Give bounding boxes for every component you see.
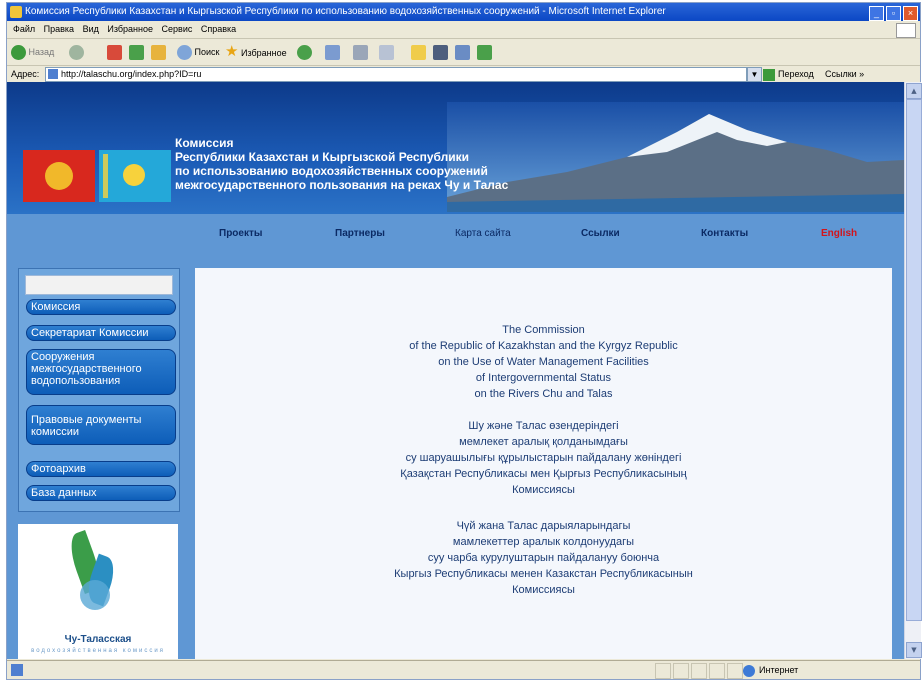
search-button[interactable]: Поиск [177, 44, 219, 61]
browser-window: Комиссия Республики Казахстан и Кыргызск… [6, 2, 922, 680]
back-arrow-icon [11, 45, 26, 61]
page-status-icon [11, 664, 23, 676]
stop-icon [107, 45, 122, 61]
top-navigation: Проекты Партнеры Карта сайта Ссылки Конт… [7, 214, 904, 258]
mail-button[interactable] [325, 44, 340, 61]
research-button[interactable] [455, 44, 470, 61]
mountain-image [447, 102, 904, 212]
kyrgyz-title: Чүй жана Талас дарыяларындагы мамлекетте… [394, 520, 693, 596]
research-icon [455, 45, 470, 61]
logo-name: Чу-Таласская [64, 634, 132, 645]
messenger-icon [433, 45, 448, 61]
toolbar: Назад Поиск ★ Избранное [7, 38, 920, 65]
vertical-scrollbar[interactable]: ▲ ▼ [904, 82, 922, 659]
refresh-icon [129, 45, 144, 61]
banner-title: Комиссия Республики Казахстан и Кыргызск… [175, 136, 509, 192]
folder-icon [411, 45, 426, 61]
tools-icon [477, 45, 492, 61]
nav-english[interactable]: English [821, 228, 857, 239]
close-button[interactable]: × [903, 6, 918, 21]
maximize-button[interactable]: ▫ [886, 6, 901, 21]
history-button[interactable] [297, 44, 312, 61]
nav-partners[interactable]: Партнеры [335, 228, 385, 239]
sidebar: Комиссия Секретариат Комиссии Сооружения… [18, 268, 180, 512]
ie-icon [10, 6, 22, 18]
globe-icon [743, 664, 755, 677]
sidebar-item-secretariat[interactable]: Секретариат Комиссии [26, 325, 176, 341]
page-viewport: Комиссия Республики Казахстан и Кыргызск… [7, 82, 904, 659]
main-content: The Commission of the Republic of Kazakh… [195, 268, 892, 659]
print-button[interactable] [353, 44, 368, 61]
nav-projects[interactable]: Проекты [219, 228, 262, 239]
sidebar-item-facilities[interactable]: Сооружения межгосударственного водопольз… [26, 349, 176, 395]
address-input[interactable]: http://talaschu.org/index.php?ID=ru [45, 67, 747, 82]
internet-zone: Интернет [743, 661, 798, 680]
kyrgyzstan-flag-icon [23, 150, 95, 202]
forward-arrow-icon [69, 45, 84, 61]
history-icon [297, 45, 312, 61]
favorites-button[interactable]: ★ Избранное [225, 44, 287, 60]
search-icon [177, 45, 192, 61]
home-icon [151, 45, 166, 61]
stop-button[interactable] [107, 44, 122, 61]
menu-help[interactable]: Справка [201, 22, 236, 37]
go-button[interactable]: Переход [763, 66, 814, 82]
links-button[interactable]: Ссылки » [825, 66, 864, 82]
status-bar: Интернет [7, 660, 920, 680]
menu-bar: Файл Правка Вид Избранное Сервис Справка [7, 22, 920, 38]
site-banner: Комиссия Республики Казахстан и Кыргызск… [7, 82, 904, 214]
back-button[interactable]: Назад [11, 44, 54, 61]
go-arrow-icon [763, 68, 775, 81]
messenger-button[interactable] [433, 44, 448, 61]
scroll-down-button[interactable]: ▼ [906, 642, 922, 658]
kazakh-title: Шу және Талас өзендеріндегі мемлекет ара… [400, 420, 687, 496]
scroll-up-button[interactable]: ▲ [906, 83, 922, 99]
mail-icon [325, 45, 340, 61]
home-button[interactable] [151, 44, 166, 61]
chu-talas-logo[interactable]: Чу-Таласская водохозяйственная комиссия [18, 524, 178, 659]
forward-button[interactable] [69, 44, 84, 61]
sidebar-item-commission[interactable]: Комиссия [26, 299, 176, 315]
nav-sitemap[interactable]: Карта сайта [455, 228, 511, 239]
address-bar: Адрес: http://talaschu.org/index.php?ID=… [7, 65, 920, 82]
sidebar-item-database[interactable]: База данных [26, 485, 176, 501]
edit-icon [379, 45, 394, 61]
sidebar-header [25, 275, 173, 295]
folder-button[interactable] [411, 44, 426, 61]
logo-subtitle: водохозяйственная комиссия [31, 648, 165, 654]
nav-links[interactable]: Ссылки [581, 228, 620, 239]
page-icon [48, 69, 58, 79]
print-icon [353, 45, 368, 61]
title-bar: Комиссия Республики Казахстан и Кыргызск… [7, 3, 920, 21]
minimize-button[interactable]: _ [869, 6, 884, 21]
sidebar-item-photo-archive[interactable]: Фотоархив [26, 461, 176, 477]
menu-view[interactable]: Вид [83, 22, 99, 37]
english-title: The Commission of the Republic of Kazakh… [409, 324, 678, 400]
sidebar-item-legal-documents[interactable]: Правовые документы комиссии [26, 405, 176, 445]
menu-favorites[interactable]: Избранное [107, 22, 153, 37]
nav-contacts[interactable]: Контакты [701, 228, 748, 239]
scroll-thumb[interactable] [906, 99, 922, 621]
address-dropdown[interactable]: ▼ [747, 67, 762, 82]
kazakhstan-flag-icon [99, 150, 171, 202]
menu-tools[interactable]: Сервис [162, 22, 193, 37]
window-title: Комиссия Республики Казахстан и Кыргызск… [25, 6, 666, 17]
menu-file[interactable]: Файл [13, 22, 35, 37]
address-label: Адрес: [11, 69, 40, 79]
refresh-button[interactable] [129, 44, 144, 61]
star-icon: ★ [225, 43, 239, 60]
windows-logo-icon [896, 23, 916, 38]
menu-edit[interactable]: Правка [44, 22, 74, 37]
edit-button[interactable] [379, 44, 394, 61]
tools-button[interactable] [477, 44, 492, 61]
